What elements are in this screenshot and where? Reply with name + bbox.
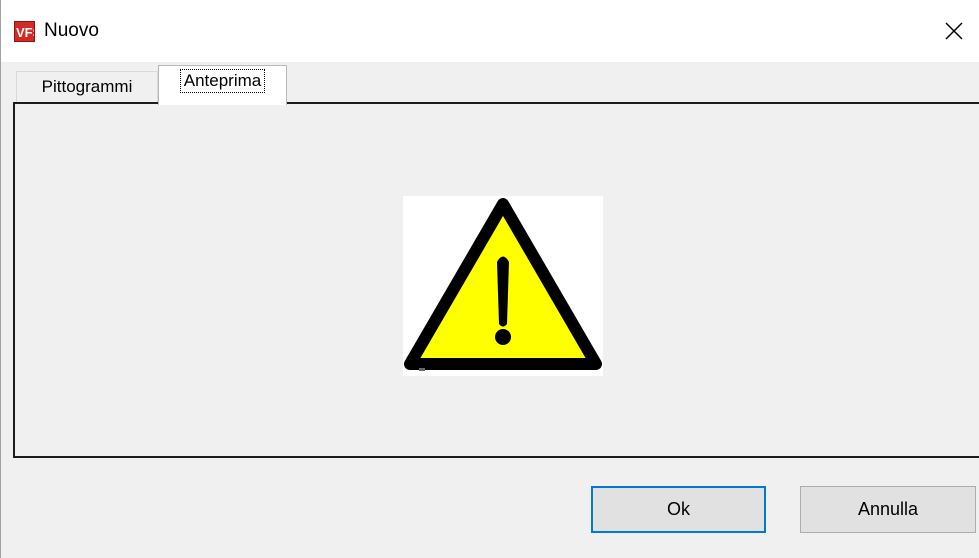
close-icon bbox=[945, 22, 963, 40]
title-bar[interactable]: VFS Nuovo bbox=[1, 0, 979, 62]
tab-label: Anteprima bbox=[179, 68, 266, 93]
tab-pittogrammi[interactable]: Pittogrammi bbox=[16, 71, 158, 102]
ok-button[interactable]: Ok bbox=[591, 486, 766, 533]
dialog-window: VFS Nuovo Pittogrammi Anteprima bbox=[0, 0, 979, 558]
cancel-button[interactable]: Annulla bbox=[800, 486, 976, 533]
close-button[interactable] bbox=[928, 0, 979, 62]
tab-strip: Pittogrammi Anteprima bbox=[1, 62, 979, 105]
preview-panel bbox=[13, 102, 979, 458]
tab-label: Pittogrammi bbox=[41, 77, 133, 96]
warning-triangle-icon bbox=[404, 198, 602, 371]
tab-anteprima[interactable]: Anteprima bbox=[158, 65, 287, 105]
vfs-app-icon: VFS bbox=[14, 21, 35, 42]
window-title: Nuovo bbox=[44, 20, 99, 41]
svg-text:VFS: VFS bbox=[16, 25, 34, 40]
pictogram-preview bbox=[403, 196, 603, 376]
